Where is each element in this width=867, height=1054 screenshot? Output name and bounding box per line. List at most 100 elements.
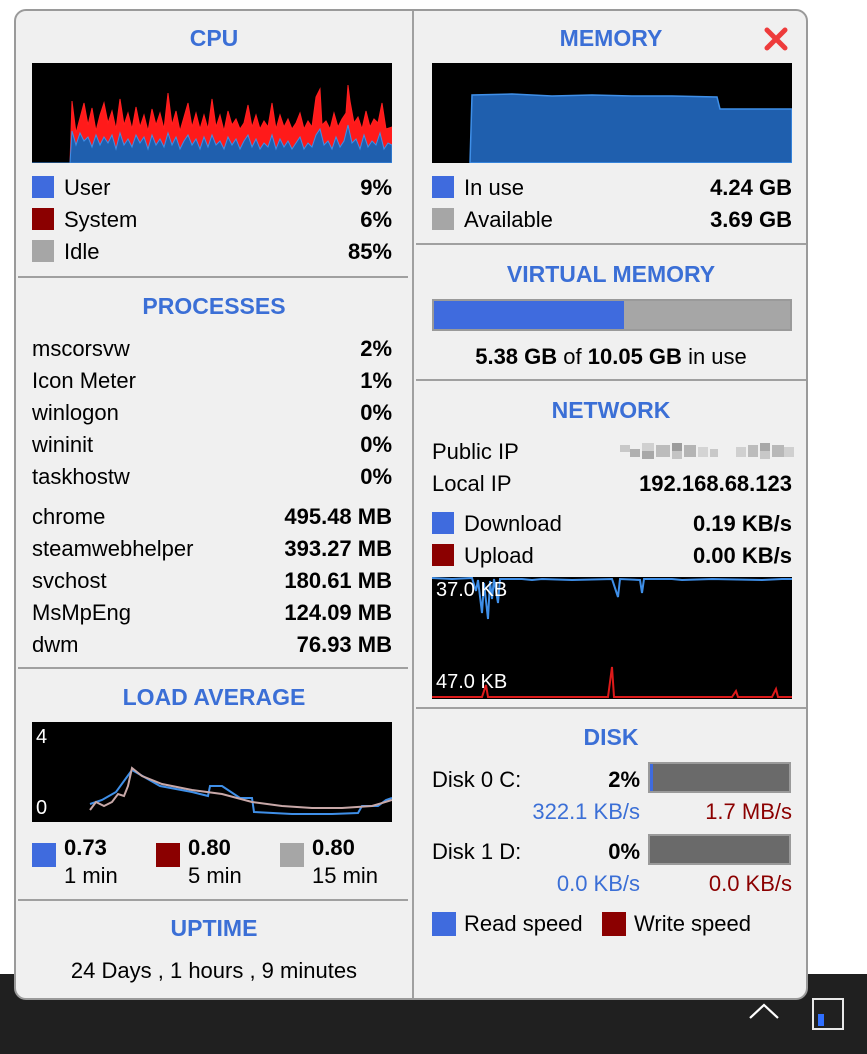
divider	[18, 667, 408, 669]
process-name: winlogon	[32, 400, 119, 425]
upload-value: 0.00 KB/s	[692, 543, 792, 568]
load-average-title: LOAD AVERAGE	[122, 684, 306, 710]
network-title: NETWORK	[551, 397, 671, 423]
cpu-idle-label: Idle	[64, 239, 100, 264]
divider	[18, 899, 408, 901]
load-1min-value: 0.73	[64, 835, 107, 860]
virtual-memory-suffix: in use	[688, 344, 747, 369]
process-name: MsMpEng	[32, 600, 132, 625]
process-value: 0%	[360, 400, 392, 425]
process-value: 180.61 MB	[284, 568, 392, 593]
cpu-system-swatch	[32, 208, 54, 230]
disk-1-read-speed: 0.0 KB/s	[556, 871, 640, 896]
process-name: chrome	[32, 504, 106, 529]
disk-1-write-speed: 0.0 KB/s	[708, 871, 792, 896]
column-divider	[412, 11, 414, 998]
process-name: mscorsvw	[32, 336, 130, 361]
load-5min-swatch	[156, 843, 180, 867]
load-15min-swatch	[280, 843, 304, 867]
memory-available-value: 3.69 GB	[710, 207, 792, 232]
memory-available-label: Available	[464, 207, 553, 232]
process-value: 0%	[360, 432, 392, 457]
disk-1-usage-bar	[648, 834, 791, 865]
process-value: 393.27 MB	[284, 536, 392, 561]
cpu-idle-value: 85%	[347, 239, 392, 264]
upload-swatch	[432, 544, 454, 566]
network-graph-top-label: 37.0 KB	[436, 579, 508, 601]
memory-in-use-swatch	[432, 176, 454, 198]
disk-0-usage-bar	[648, 762, 791, 793]
virtual-memory-bar-fill	[434, 301, 625, 329]
cpu-system-label: System	[64, 207, 138, 232]
local-ip-label: Local IP	[432, 471, 512, 496]
local-ip-value: 192.168.68.123	[639, 471, 792, 496]
disk-0-label: Disk 0 C:	[432, 767, 522, 792]
cpu-idle-swatch	[32, 240, 54, 262]
cpu-user-value: 9%	[360, 175, 392, 200]
process-name: taskhostw	[32, 464, 130, 489]
cpu-graph	[32, 63, 392, 163]
process-value: 1%	[360, 368, 392, 393]
cpu-title: CPU	[189, 25, 239, 51]
uptime-title: UPTIME	[170, 915, 258, 941]
disk-0-percent: 2%	[608, 767, 640, 792]
process-value: 495.48 MB	[284, 504, 392, 529]
memory-in-use-value: 4.24 GB	[710, 175, 792, 200]
process-value: 2%	[360, 336, 392, 361]
disk-0-write-speed: 1.7 MB/s	[705, 799, 792, 824]
write-speed-swatch	[602, 912, 626, 936]
public-ip-label: Public IP	[432, 439, 519, 464]
process-value: 0%	[360, 464, 392, 489]
virtual-memory-bar	[432, 299, 792, 331]
network-graph: 37.0 KB 47.0 KB	[432, 577, 792, 699]
memory-in-use-label: In use	[464, 175, 524, 200]
write-speed-legend: Write speed	[634, 911, 751, 936]
read-speed-swatch	[432, 912, 456, 936]
download-label: Download	[464, 511, 562, 536]
virtual-memory-total: 10.05 GB	[587, 344, 682, 369]
process-name: svchost	[32, 568, 107, 593]
public-ip-redacted-image	[620, 443, 794, 459]
load-graph-min-label: 0	[36, 797, 48, 819]
disk-0-usage-fill	[650, 764, 653, 791]
virtual-memory-used: 5.38 GB	[475, 344, 558, 369]
load-1min-label: 1 min	[64, 863, 118, 888]
divider	[416, 379, 806, 381]
cpu-system-value: 6%	[360, 207, 392, 232]
show-hidden-icons-chevron-icon[interactable]	[747, 1000, 781, 1022]
read-speed-legend: Read speed	[464, 911, 583, 936]
divider	[416, 707, 806, 709]
disk-title: DISK	[583, 724, 639, 750]
upload-label: Upload	[464, 543, 534, 568]
cpu-user-label: User	[64, 175, 111, 200]
uptime-value: 24 Days , 1 hours , 9 minutes	[70, 958, 358, 983]
memory-available-swatch	[432, 208, 454, 230]
icon-meter-tray-icon[interactable]	[812, 998, 844, 1030]
process-name: dwm	[32, 632, 79, 657]
virtual-memory-title: VIRTUAL MEMORY	[506, 261, 716, 287]
disk-1-label: Disk 1 D:	[432, 839, 522, 864]
load-1min-swatch	[32, 843, 56, 867]
cpu-user-swatch	[32, 176, 54, 198]
process-name: steamwebhelper	[32, 536, 194, 561]
load-5min-value: 0.80	[188, 835, 231, 860]
processes-title: PROCESSES	[142, 293, 286, 319]
memory-graph	[432, 63, 792, 163]
download-value: 0.19 KB/s	[692, 511, 792, 536]
disk-0-read-speed: 322.1 KB/s	[532, 799, 640, 824]
close-icon[interactable]	[762, 25, 790, 53]
load-average-graph: 4 0	[32, 722, 392, 822]
process-value: 76.93 MB	[296, 632, 392, 657]
process-value: 124.09 MB	[284, 600, 392, 625]
process-name: Icon Meter	[32, 368, 136, 393]
memory-title: MEMORY	[559, 25, 663, 51]
divider	[416, 243, 806, 245]
virtual-memory-of: of	[563, 344, 582, 369]
download-swatch	[432, 512, 454, 534]
load-5min-label: 5 min	[188, 863, 242, 888]
load-graph-max-label: 4	[36, 726, 48, 748]
icon-meter-popup: CPU User 9% System 6% Idle 85% PROCESSES…	[14, 9, 808, 1000]
load-15min-value: 0.80	[312, 835, 355, 860]
virtual-memory-usage-text: 5.38 GB of 10.05 GB in use	[414, 343, 806, 371]
process-name: wininit	[32, 432, 94, 457]
